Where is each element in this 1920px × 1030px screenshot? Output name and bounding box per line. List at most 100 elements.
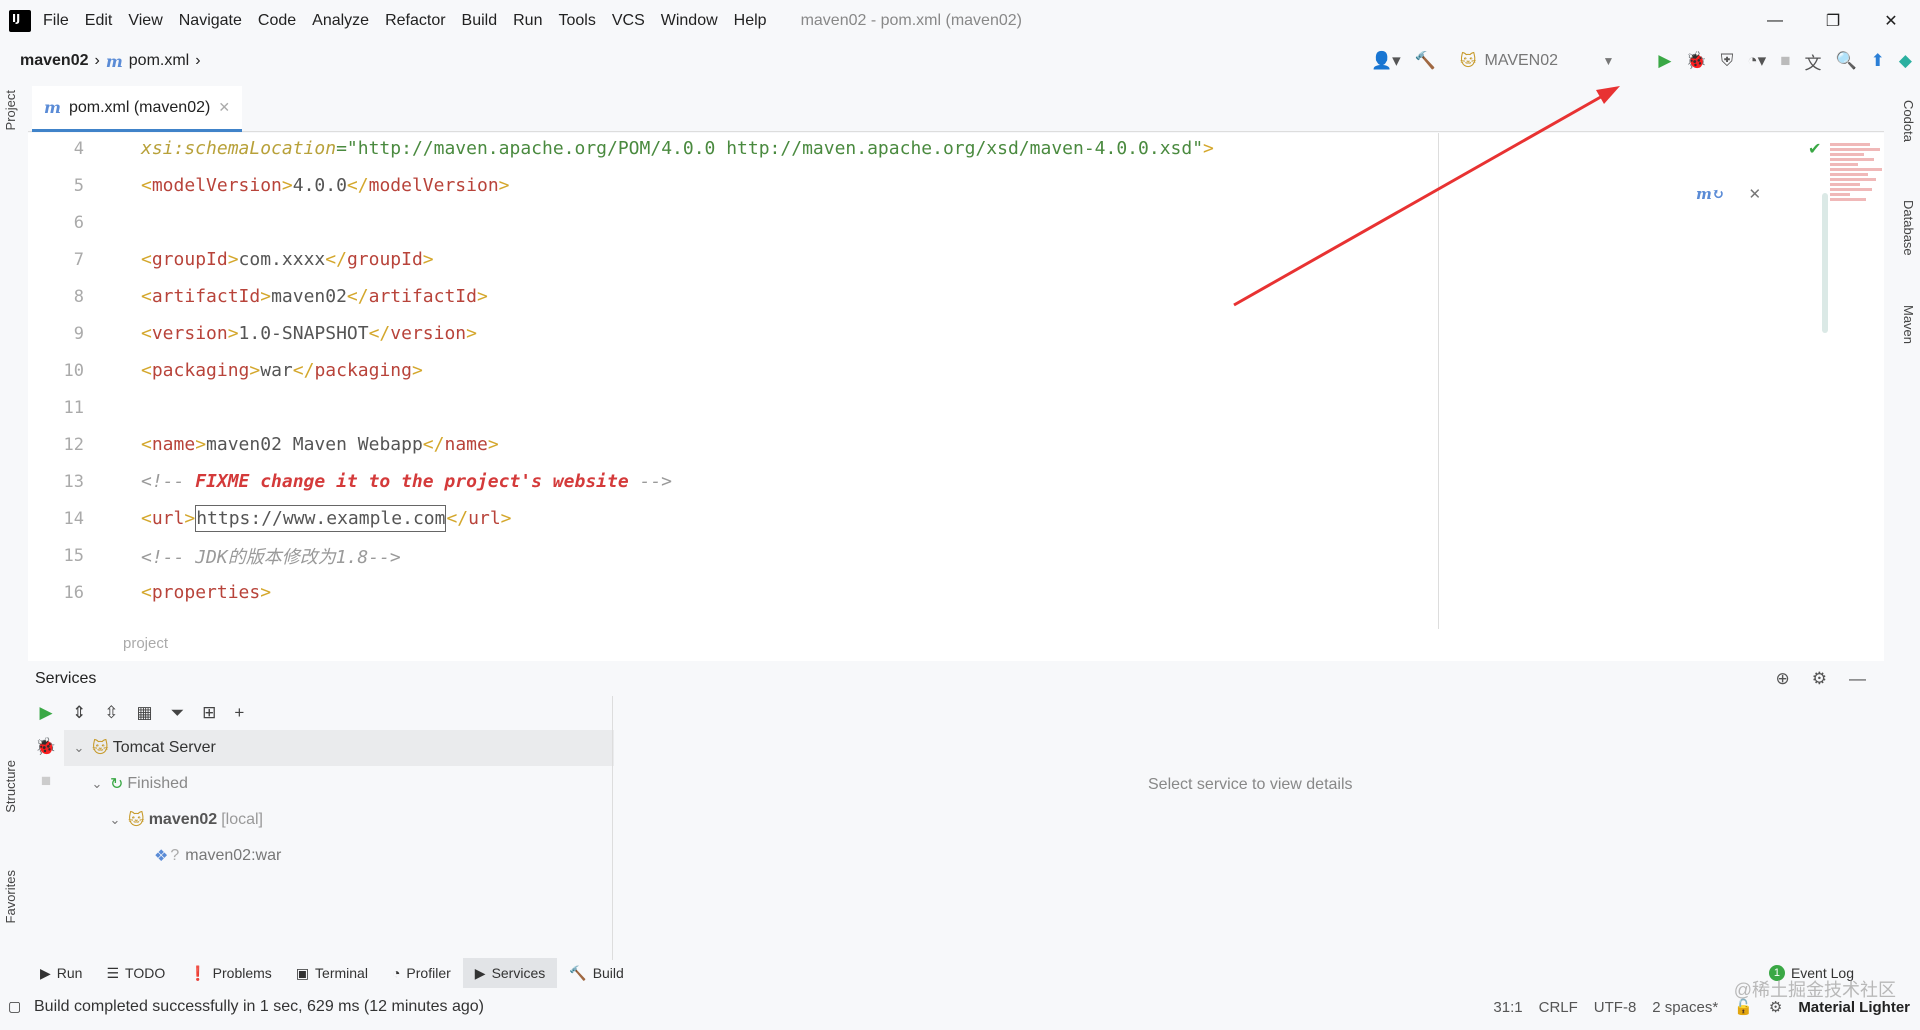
problems-icon: ❗ — [189, 964, 207, 981]
chevron-down-icon[interactable]: ⌄ — [88, 776, 106, 792]
tab-label: Profiler — [406, 965, 451, 981]
code-editor[interactable]: 4 xsi:schemaLocation="http://maven.apach… — [28, 133, 1884, 629]
expand-all-icon[interactable]: ⇕ — [72, 703, 86, 723]
git-icon[interactable]: ⚙ — [1769, 998, 1782, 1016]
collapse-all-icon[interactable]: ⇳ — [104, 703, 118, 723]
project-tool-tab[interactable]: Project — [3, 90, 18, 130]
editor-scrollbar[interactable] — [1822, 193, 1828, 333]
menu-build[interactable]: Build — [462, 12, 498, 30]
settings-gear-icon[interactable]: ⚙ — [1812, 669, 1827, 689]
menu-analyze[interactable]: Analyze — [312, 12, 369, 30]
user-icon[interactable]: 👤▾ — [1371, 51, 1401, 71]
favorites-tool-tab[interactable]: Favorites — [3, 870, 18, 923]
theme-name[interactable]: Material Lighter — [1798, 999, 1910, 1016]
close-icon[interactable]: ✕ — [1862, 0, 1920, 42]
group-by-icon[interactable]: ▦ — [137, 703, 153, 723]
navigation-bar: maven02 › m pom.xml › 👤▾ 🔨 🐱 MAVEN02 ▼ ▶… — [0, 42, 1920, 80]
plugin-icon[interactable]: ◆ — [1899, 51, 1912, 71]
menu-refactor[interactable]: Refactor — [385, 12, 445, 30]
menu-window[interactable]: Window — [661, 12, 718, 30]
line-number: 15 — [63, 545, 84, 566]
database-tool-tab[interactable]: Database — [1901, 200, 1916, 256]
stop-service-icon[interactable]: ■ — [28, 764, 64, 798]
line-number: 16 — [63, 582, 84, 603]
tab-label: Run — [56, 965, 83, 981]
indent-setting[interactable]: 2 spaces* — [1652, 999, 1718, 1016]
xml-breadcrumb[interactable]: project — [123, 635, 168, 652]
tree-item-tomcat-server[interactable]: ⌄ 🐱 Tomcat Server — [64, 730, 614, 766]
profile-icon[interactable]: ◔▾ — [1747, 51, 1766, 71]
menu-navigate[interactable]: Navigate — [179, 12, 242, 30]
tree-item-finished[interactable]: ⌄ ↻ Finished — [64, 766, 614, 802]
code-line: 7 <groupId>com.xxxx</groupId> — [28, 241, 1428, 278]
stop-icon[interactable]: ■ — [1780, 51, 1790, 71]
debug-service-icon[interactable]: 🐞 — [28, 730, 64, 764]
tab-run[interactable]: ▶ Run — [28, 958, 94, 988]
build-hammer-icon[interactable]: 🔨 — [1415, 51, 1436, 71]
coverage-icon[interactable]: ⛨ — [1721, 51, 1734, 71]
debug-icon[interactable]: 🐞 — [1685, 51, 1706, 71]
chevron-down-icon[interactable]: ⌄ — [70, 740, 88, 756]
tab-label: TODO — [125, 965, 166, 981]
menu-file[interactable]: File — [43, 12, 69, 30]
menu-run[interactable]: Run — [513, 12, 542, 30]
file-encoding[interactable]: UTF-8 — [1594, 999, 1637, 1016]
line-number: 12 — [63, 434, 84, 455]
code-line: 16 <properties> — [28, 574, 1428, 611]
menu-edit[interactable]: Edit — [85, 12, 113, 30]
tab-todo[interactable]: ☰ TODO — [94, 958, 177, 988]
menu-tools[interactable]: Tools — [558, 12, 595, 30]
code-line: 10 <packaging>war</packaging> — [28, 352, 1428, 389]
close-tab-icon[interactable]: ✕ — [218, 99, 230, 116]
structure-tool-tab[interactable]: Structure — [3, 760, 18, 813]
line-number: 8 — [73, 286, 84, 307]
maven-tool-tab[interactable]: Maven — [1901, 305, 1916, 344]
tab-terminal[interactable]: ▣ Terminal — [284, 958, 380, 988]
caret-position[interactable]: 31:1 — [1493, 999, 1522, 1016]
menu-code[interactable]: Code — [258, 12, 296, 30]
new-tab-icon[interactable]: ⊞ — [202, 703, 216, 723]
run-icon[interactable]: ▶ — [1658, 51, 1671, 71]
tab-profiler[interactable]: ◔ Profiler — [380, 958, 463, 988]
line-number: 6 — [73, 212, 84, 233]
status-message[interactable]: Build completed successfully in 1 sec, 6… — [34, 998, 484, 1016]
right-tool-strip: Codota Database Maven — [1892, 80, 1920, 980]
code-minimap[interactable] — [1830, 141, 1884, 291]
tree-item-deployment[interactable]: ⌄ 🐱 maven02 [local] — [64, 802, 614, 838]
translate-icon[interactable]: 文 — [1805, 49, 1822, 74]
menu-view[interactable]: View — [128, 12, 162, 30]
tab-build[interactable]: 🔨 Build — [557, 958, 636, 988]
services-title: Services — [35, 670, 97, 687]
tab-pom-xml[interactable]: m pom.xml (maven02) ✕ — [32, 86, 243, 132]
panel-splitter[interactable] — [612, 696, 613, 960]
inspection-ok-icon[interactable]: ✔ — [1808, 139, 1821, 159]
tree-label: Finished — [127, 775, 188, 792]
chevron-down-icon[interactable]: ⌄ — [106, 812, 124, 828]
line-number: 9 — [73, 323, 84, 344]
lock-icon[interactable]: 🔓 — [1734, 998, 1753, 1016]
menu-help[interactable]: Help — [734, 12, 767, 30]
line-number: 4 — [73, 138, 84, 159]
tab-services[interactable]: ▶ Services — [462, 958, 558, 988]
maven-reload-icon[interactable]: m↻ — [1696, 185, 1724, 203]
restore-icon[interactable]: ❐ — [1804, 0, 1862, 42]
run-config-selector[interactable]: 🐱 MAVEN02 ▼ — [1450, 47, 1625, 75]
toggle-panels-icon[interactable]: ▢ — [8, 998, 21, 1015]
breadcrumb-file[interactable]: pom.xml — [129, 52, 189, 70]
codota-tool-tab[interactable]: Codota — [1901, 100, 1916, 142]
search-icon[interactable]: 🔍 — [1836, 51, 1857, 71]
tree-item-artifact[interactable]: ❖ ? maven02:war — [64, 838, 614, 874]
breadcrumb-project[interactable]: maven02 — [20, 52, 89, 70]
line-separator[interactable]: CRLF — [1539, 999, 1578, 1016]
locate-icon[interactable]: ⊕ — [1776, 669, 1790, 689]
hide-panel-icon[interactable]: — — [1849, 669, 1866, 689]
filter-icon[interactable]: ⏷ — [171, 703, 185, 723]
tab-problems[interactable]: ❗ Problems — [177, 958, 284, 988]
close-popup-icon[interactable]: ✕ — [1748, 185, 1761, 203]
update-icon[interactable]: ⬆ — [1871, 51, 1885, 71]
add-service-icon[interactable]: + — [234, 703, 244, 723]
tree-label: Tomcat Server — [112, 739, 216, 756]
menu-vcs[interactable]: VCS — [612, 12, 645, 30]
minimize-icon[interactable]: — — [1746, 0, 1804, 42]
run-service-icon[interactable]: ▶ — [28, 696, 64, 730]
